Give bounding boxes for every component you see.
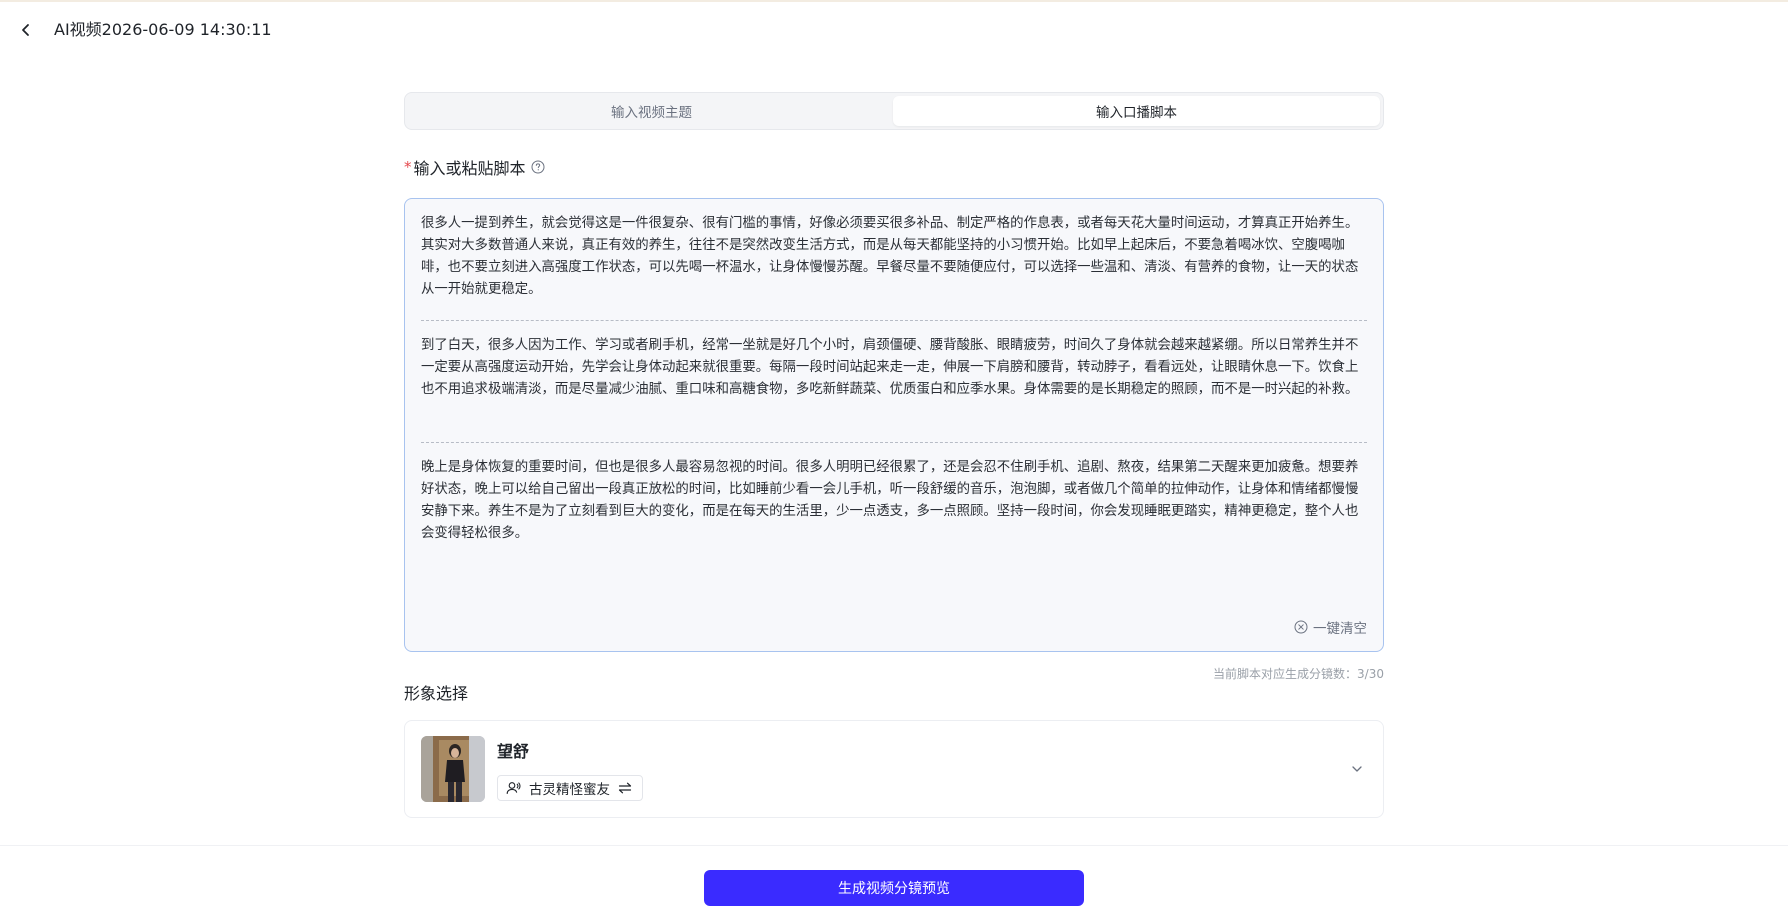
clear-circle-icon [1294,620,1308,634]
avatar-section-title: 形象选择 [404,684,469,703]
help-icon[interactable] [530,159,546,175]
footer-divider [0,845,1788,846]
page-title: AI视频2026-06-09 14:30:11 [54,20,272,39]
script-field-label: * 输入或粘贴脚本 [404,156,546,178]
avatar-name: 望舒 [497,742,530,761]
voice-person-icon [506,782,521,795]
clear-all-label: 一键清空 [1313,621,1367,637]
clear-all-button[interactable]: 一键清空 [1294,617,1367,637]
tab-voiceover-script[interactable]: 输入口播脚本 [893,96,1380,126]
paragraph-divider [421,320,1367,321]
script-textarea[interactable]: 很多人一提到养生，就会觉得这是一件很复杂、很有门槛的事情，好像必须要买很多补品、… [404,198,1384,652]
script-paragraph[interactable]: 晚上是身体恢复的重要时间，但也是很多人最容易忽视的时间。很多人明明已经很累了，还… [421,457,1367,545]
avatar-thumbnail [421,736,485,802]
shot-count-text: 当前脚本对应生成分镜数：3/30 [1213,667,1384,681]
voice-style-label: 古灵精怪蜜友 [529,782,610,798]
script-paragraph[interactable]: 到了白天，很多人因为工作、学习或者刷手机，经常一坐就是好几个小时，肩颈僵硬、腰背… [421,335,1367,401]
paragraph-divider [421,442,1367,443]
input-mode-tabs: 输入视频主题 输入口播脚本 [404,92,1384,130]
tab-video-topic[interactable]: 输入视频主题 [408,96,895,126]
back-button[interactable] [14,18,38,42]
required-mark: * [404,158,412,176]
script-label-text: 输入或粘贴脚本 [413,159,526,178]
question-circle-icon [531,160,545,174]
generate-storyboard-button[interactable]: 生成视频分镜预览 [704,870,1084,906]
chevron-down-icon[interactable] [1349,761,1365,777]
page-header: AI视频2026-06-09 14:30:11 [0,0,1788,60]
chevron-left-icon [22,24,29,36]
main-content: 输入视频主题 输入口播脚本 * 输入或粘贴脚本 很多人一提到养生，就会觉得这是一… [404,92,1384,818]
swap-icon[interactable] [618,782,632,794]
avatar-image [421,736,485,802]
script-paragraph[interactable]: 很多人一提到养生，就会觉得这是一件很复杂、很有门槛的事情，好像必须要买很多补品、… [421,213,1367,301]
avatar-selector[interactable]: 望舒 古灵精怪蜜友 [404,720,1384,818]
voice-style-tag[interactable]: 古灵精怪蜜友 [497,775,643,801]
